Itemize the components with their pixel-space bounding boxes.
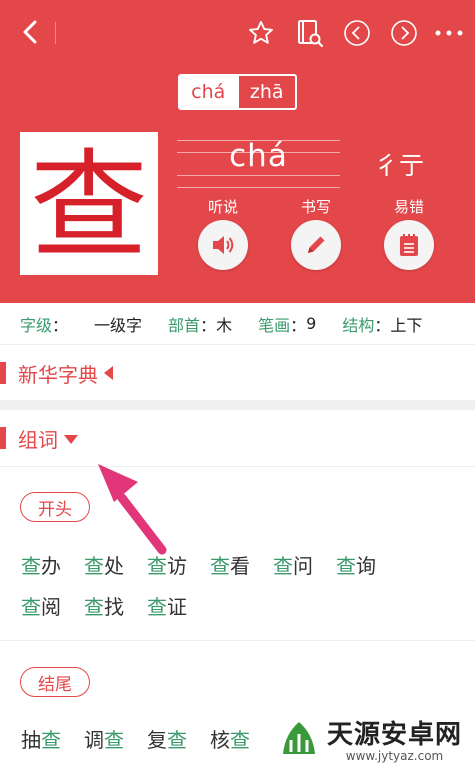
previous-char-icon[interactable] <box>342 18 372 48</box>
watermark-url: www.jytyaz.com <box>345 748 444 763</box>
site-watermark: 天源安卓网 www.jytyaz.com <box>277 712 467 764</box>
word-item[interactable]: 调查 <box>84 724 124 753</box>
write-label: 书写 <box>300 198 331 216</box>
collapse-triangle-icon <box>104 366 113 380</box>
radical-sep: ： <box>200 315 217 335</box>
word-char: 查 <box>210 554 230 578</box>
character-display: 查 <box>20 132 158 275</box>
errors-label: 易错 <box>393 198 424 216</box>
expand-triangle-icon <box>64 435 78 444</box>
radical-key: 部首 <box>168 315 201 335</box>
listen-label: 听说 <box>207 198 238 216</box>
character-info-row: 字级：一级字 部首：木 笔画： 9 结构：上下 <box>0 303 475 345</box>
listen-action[interactable]: 听说 <box>188 196 258 270</box>
word-char: 查 <box>336 554 356 578</box>
end-group-label: 结尾 <box>20 667 90 697</box>
word-char: 查 <box>273 554 293 578</box>
character-header: chá zhā 查 chá 彳亍 听说 书写 易错 <box>0 0 475 303</box>
word-item[interactable]: 查问 <box>273 550 313 579</box>
words-title: 组词 <box>18 427 58 452</box>
word-char: 复 <box>147 728 167 752</box>
word-char: 查 <box>84 595 104 619</box>
strokes-value: 9 <box>306 314 317 333</box>
word-char: 阅 <box>41 595 61 619</box>
book-search-icon[interactable] <box>291 15 327 51</box>
strokes-key: 笔画 <box>258 315 291 335</box>
speaker-icon[interactable] <box>198 220 248 270</box>
word-item[interactable]: 查阅 <box>21 591 61 620</box>
toolbar-divider <box>55 22 56 44</box>
dictionary-title: 新华字典 <box>18 362 98 387</box>
pinyin-rule-line <box>177 175 340 176</box>
word-char: 调 <box>84 728 104 752</box>
word-char: 抽 <box>21 728 41 752</box>
word-char: 办 <box>41 554 61 578</box>
radical-components: 彳亍 <box>374 151 425 180</box>
star-icon[interactable] <box>244 16 278 50</box>
word-item[interactable]: 抽查 <box>21 724 61 753</box>
next-char-icon[interactable] <box>389 18 419 48</box>
word-item[interactable]: 查处 <box>84 550 124 579</box>
level-sep: ： <box>52 315 69 335</box>
word-char: 询 <box>356 554 376 578</box>
word-item[interactable]: 查办 <box>21 550 61 579</box>
watermark-brand: 天源安卓网 <box>327 719 463 750</box>
words-section-header[interactable]: 组词 <box>0 412 475 464</box>
level-value: 一级字 <box>94 315 143 335</box>
word-char: 查 <box>21 595 41 619</box>
common-errors-action[interactable]: 易错 <box>374 196 444 270</box>
word-item[interactable]: 查访 <box>147 550 187 579</box>
word-char: 查 <box>84 554 104 578</box>
structure-key: 结构 <box>342 315 375 335</box>
word-char: 查 <box>230 728 250 752</box>
divider <box>0 466 475 467</box>
watermark-logo-icon <box>283 722 315 754</box>
write-action[interactable]: 书写 <box>281 196 351 270</box>
pencil-icon[interactable] <box>291 220 341 270</box>
pinyin-toggle: chá zhā <box>178 74 297 110</box>
word-char: 看 <box>230 554 250 578</box>
level-key: 字级 <box>20 315 53 335</box>
pinyin-option-zha[interactable]: zhā <box>236 76 296 108</box>
strokes-sep: ： <box>290 315 307 335</box>
word-char: 访 <box>167 554 187 578</box>
notepad-icon[interactable] <box>384 220 434 270</box>
word-char: 找 <box>104 595 124 619</box>
word-char: 查 <box>167 728 187 752</box>
word-char: 处 <box>104 554 124 578</box>
word-item[interactable]: 核查 <box>210 724 250 753</box>
word-item[interactable]: 复查 <box>147 724 187 753</box>
word-char: 核 <box>210 728 230 752</box>
pinyin-reading: chá <box>229 138 288 174</box>
dictionary-section-header[interactable]: 新华字典 <box>0 347 475 399</box>
divider <box>0 640 475 641</box>
word-item[interactable]: 查看 <box>210 550 250 579</box>
word-item[interactable]: 查证 <box>147 591 187 620</box>
word-char: 查 <box>147 595 167 619</box>
pinyin-option-cha[interactable]: chá <box>180 76 237 108</box>
more-menu-icon[interactable] <box>431 18 467 48</box>
section-marker <box>0 427 6 449</box>
word-char: 查 <box>104 728 124 752</box>
word-char: 证 <box>167 595 187 619</box>
pointer-arrow-icon <box>98 464 167 555</box>
section-divider <box>0 400 475 410</box>
structure-value: 上下 <box>390 315 423 335</box>
word-item[interactable]: 查询 <box>336 550 376 579</box>
radical-value: 木 <box>216 315 233 335</box>
start-words-list: 查办 查处 查访 查看 查问 查询 查阅 查找 查证 <box>21 550 451 632</box>
start-group-label: 开头 <box>20 492 90 522</box>
word-item[interactable]: 查找 <box>84 591 124 620</box>
section-marker <box>0 362 6 384</box>
word-char: 问 <box>293 554 313 578</box>
structure-sep: ： <box>374 315 391 335</box>
back-arrow-icon[interactable] <box>12 14 48 50</box>
main-character: 查 <box>29 136 148 275</box>
word-char: 查 <box>147 554 167 578</box>
pinyin-rule-line <box>177 187 340 188</box>
word-char: 查 <box>41 728 61 752</box>
word-char: 查 <box>21 554 41 578</box>
